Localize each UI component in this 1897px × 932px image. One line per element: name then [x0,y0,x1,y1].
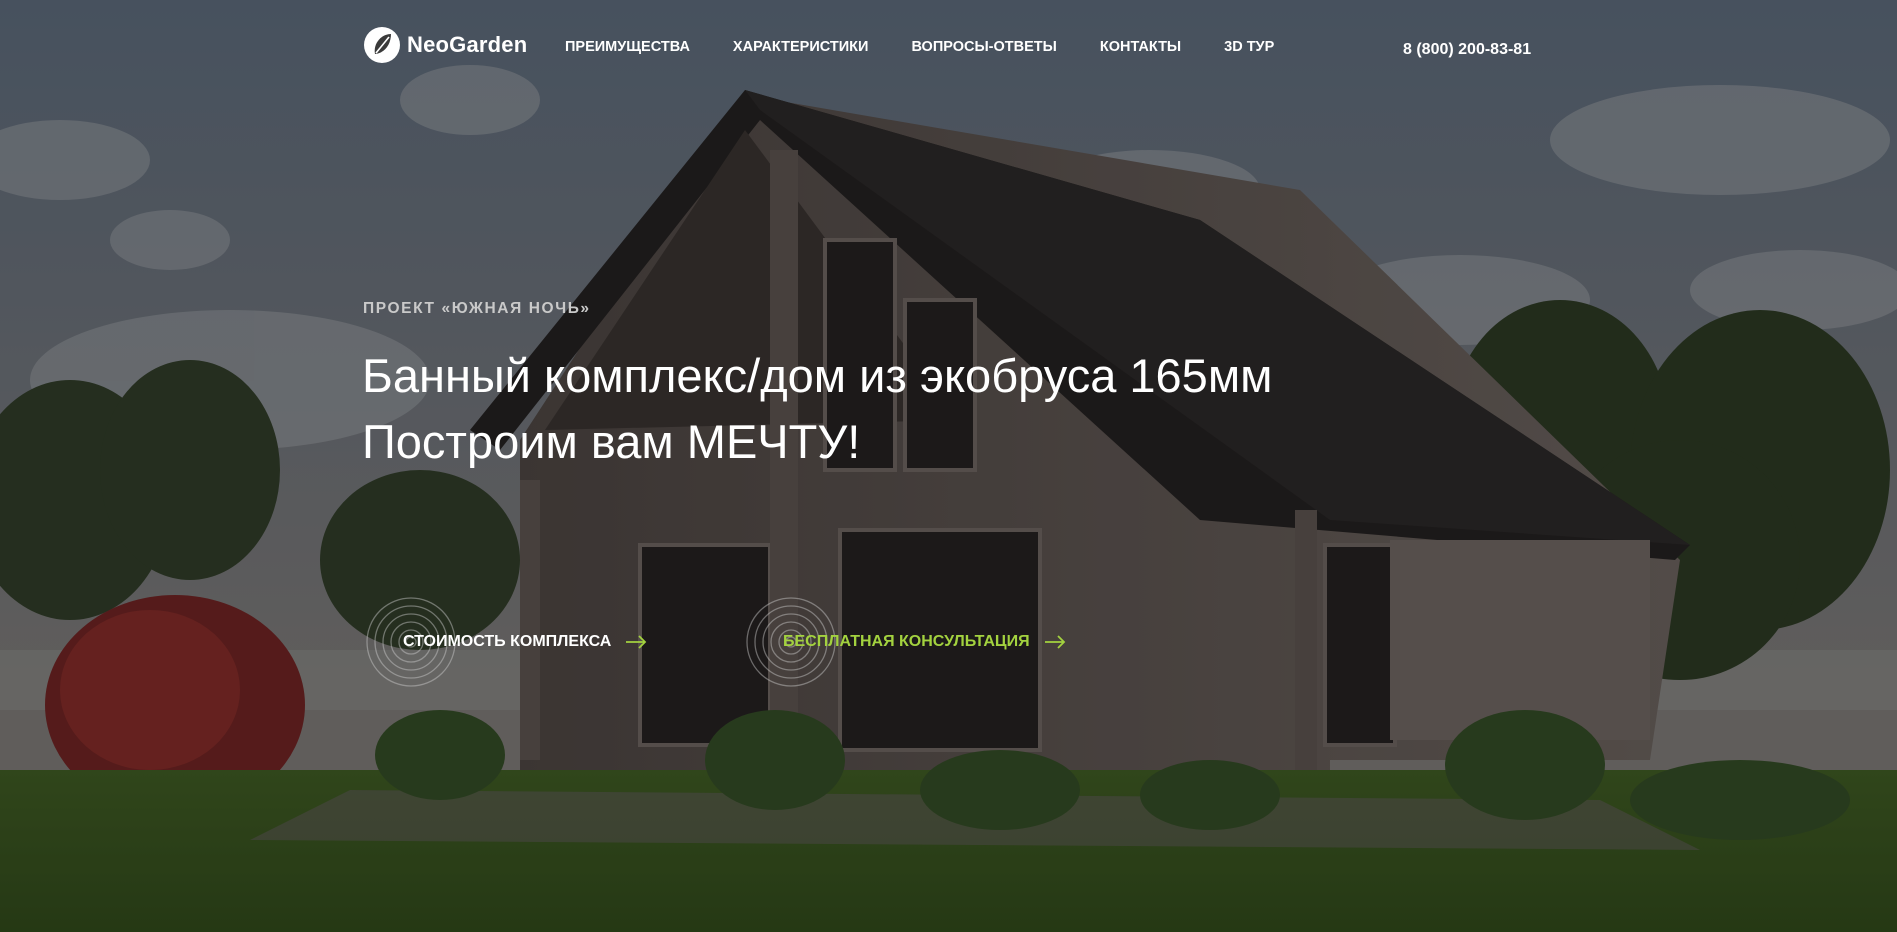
headline-line-1: Банный комплекс/дом из экобруса 165мм [362,349,1273,402]
free-consultation-button[interactable]: БЕСПЛАТНАЯ КОНСУЛЬТАЦИЯ [743,592,1066,692]
nav-item-faq[interactable]: ВОПРОСЫ-ОТВЕТЫ [911,39,1056,55]
nav-item-advantages[interactable]: ПРЕИМУЩЕСТВА [565,39,690,55]
phone-link[interactable]: 8 (800) 200-83-81 [1403,41,1531,59]
hero-headline: Банный комплекс/дом из экобруса 165мм По… [362,343,1272,475]
leaf-logo-icon [364,27,400,63]
brand-name: NeoGarden [407,32,528,57]
price-button[interactable]: СТОИМОСТЬ КОМПЛЕКСА [363,592,647,692]
nav-item-specifications[interactable]: ХАРАКТЕРИСТИКИ [733,39,869,55]
arrow-right-icon [626,635,647,649]
price-button-label: СТОИМОСТЬ КОМПЛЕКСА [403,633,612,650]
main-nav: ПРЕИМУЩЕСТВА ХАРАКТЕРИСТИКИ ВОПРОСЫ-ОТВЕ… [565,39,1317,55]
arrow-right-icon [1044,635,1065,649]
nav-item-contacts[interactable]: КОНТАКТЫ [1100,39,1181,55]
site-header: NeoGarden ПРЕИМУЩЕСТВА ХАРАКТЕРИСТИКИ ВО… [0,0,1897,100]
brand-logo[interactable]: NeoGarden [363,26,527,64]
free-consultation-label: БЕСПЛАТНАЯ КОНСУЛЬТАЦИЯ [783,633,1030,650]
nav-item-3d-tour[interactable]: 3D ТУР [1224,39,1274,55]
headline-line-2: Построим вам МЕЧТУ! [362,415,861,468]
project-eyebrow: ПРОЕКТ «ЮЖНАЯ НОЧЬ» [363,300,591,317]
